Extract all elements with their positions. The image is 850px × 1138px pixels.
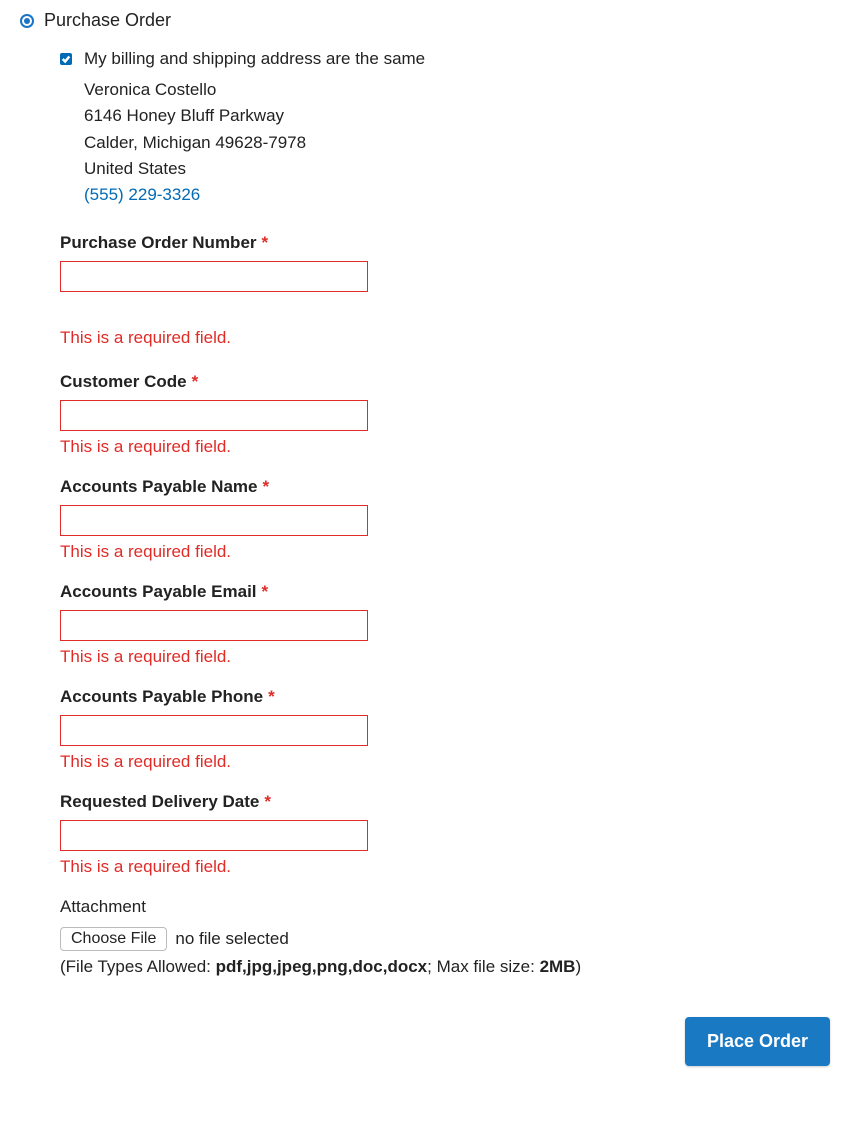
place-order-button[interactable]: Place Order — [685, 1017, 830, 1066]
delivery-date-label: Requested Delivery Date* — [60, 792, 830, 812]
ap-email-label: Accounts Payable Email* — [60, 582, 830, 602]
ap-name-label: Accounts Payable Name* — [60, 477, 830, 497]
address-city-state-zip: Calder, Michigan 49628-7978 — [84, 130, 830, 156]
address-phone-link[interactable]: (555) 229-3326 — [84, 185, 200, 204]
customer-code-label: Customer Code* — [60, 372, 830, 392]
ap-phone-error: This is a required field. — [60, 752, 830, 772]
po-number-label: Purchase Order Number* — [60, 233, 830, 253]
ap-phone-input[interactable] — [60, 715, 368, 746]
po-number-error: This is a required field. — [60, 328, 830, 348]
address-name: Veronica Costello — [84, 77, 830, 103]
billing-address: Veronica Costello 6146 Honey Bluff Parkw… — [84, 77, 830, 209]
ap-email-error: This is a required field. — [60, 647, 830, 667]
payment-method-label: Purchase Order — [44, 10, 171, 31]
ap-phone-label: Accounts Payable Phone* — [60, 687, 830, 707]
file-status: no file selected — [175, 929, 288, 949]
po-number-input[interactable] — [60, 261, 368, 292]
customer-code-input[interactable] — [60, 400, 368, 431]
attachment-label: Attachment — [60, 897, 830, 917]
ap-email-input[interactable] — [60, 610, 368, 641]
address-street: 6146 Honey Bluff Parkway — [84, 103, 830, 129]
ap-name-error: This is a required field. — [60, 542, 830, 562]
ap-name-input[interactable] — [60, 505, 368, 536]
delivery-date-input[interactable] — [60, 820, 368, 851]
customer-code-error: This is a required field. — [60, 437, 830, 457]
purchase-order-radio[interactable] — [20, 14, 34, 28]
choose-file-button[interactable]: Choose File — [60, 927, 167, 951]
address-country: United States — [84, 156, 830, 182]
same-address-checkbox[interactable] — [60, 53, 72, 65]
delivery-date-error: This is a required field. — [60, 857, 830, 877]
file-note: (File Types Allowed: pdf,jpg,jpeg,png,do… — [60, 957, 830, 977]
same-address-label: My billing and shipping address are the … — [84, 49, 425, 69]
